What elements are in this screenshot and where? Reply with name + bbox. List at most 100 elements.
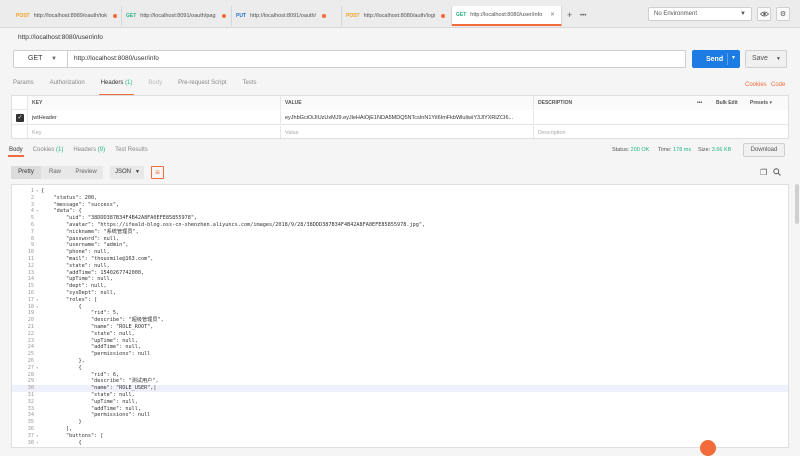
tab-authorization[interactable]: Authorization [50,80,85,92]
bulk-edit-link[interactable]: Bulk Edit [712,96,750,110]
tab-params[interactable]: Params [13,80,34,92]
col-description: DESCRIPTION [533,96,693,110]
environment-value: No Environment [654,11,698,17]
code-text: "describe": "超级管理员", [41,317,164,324]
code-text: "phone": null, [41,249,110,256]
new-description-field[interactable]: Description [533,126,788,140]
line-number: 14 [27,276,34,283]
code-line: 34 "permissions": null [12,412,788,419]
tab-prerequest-script[interactable]: Pre-request Script [178,80,226,92]
code-text: }, [41,358,85,364]
environment-select[interactable]: No Environment ▼ [648,7,752,21]
chevron-down-icon[interactable]: ▼ [776,51,781,67]
close-icon[interactable]: ✕ [550,12,555,18]
header-description-field[interactable] [533,111,788,125]
request-tab-3[interactable]: POST http://localhost:8080/auth/logi [342,6,452,26]
header-value-field[interactable]: eyJhbGciOiJIUzUxMJ9.eyJleHAiOjE1NDA5MDQ5… [280,111,533,125]
tab-headers[interactable]: Headers (1) [98,80,135,96]
response-body-editor[interactable]: 1 ▾{2 "status": 200, 3 "message": "success… [11,184,789,448]
code-text: "name": "ROLE_USER",| [41,385,157,392]
line-number: 2 [30,194,34,201]
header-key-field[interactable]: jwtHeader [27,111,280,125]
resp-tab-body[interactable]: Body [8,147,24,157]
line-number: 26 [27,358,34,364]
headers-table-head: KEY VALUE DESCRIPTION ••• Bulk Edit Pres… [12,96,788,110]
cookies-link[interactable]: Cookies [745,82,767,88]
tab-method: POST [16,13,30,19]
code-text: { [41,303,82,310]
fold-toggle-icon[interactable]: ▾ [36,208,38,215]
code-line: 8 "password": null, [12,236,788,243]
code-text: "addTime": null, [41,344,141,351]
line-number: 8 [30,235,34,242]
request-tab-0[interactable]: POST http://localhost:8989/oauth/tok [12,6,122,26]
chevron-down-icon[interactable]: ▼ [731,55,736,61]
code-line: 20 "describe": "超级管理员", [12,317,788,324]
code-line: 13 "addTime": 1540267742000, [12,270,788,277]
code-text: "permissions": null [41,351,151,358]
header-enabled-checkbox[interactable]: ✓ [16,114,24,122]
bootcamp-badge-icon[interactable] [700,440,716,456]
send-button[interactable]: Send ▼ [692,50,740,68]
method-select[interactable]: GET ▼ [13,50,68,68]
resp-tab-test-results[interactable]: Test Results [115,147,148,153]
code-text: "addTime": null, [41,405,141,412]
scrollbar[interactable] [795,184,799,224]
presets-dropdown[interactable]: Presets ▾ [746,96,788,110]
code-line: 4 ▾ "data": { [12,208,788,215]
request-tab-4[interactable]: GET http://localhost:8080/user/info ✕ [452,6,562,26]
code-text: "roles": [ [41,296,98,303]
eye-icon[interactable] [757,7,771,21]
code-link[interactable]: Code [771,82,785,88]
line-number: 11 [27,256,34,262]
table-row-new: Key Value Description [12,126,788,140]
presets-label: Presets [750,100,769,106]
code-text: "upTime": null, [41,276,113,283]
code-text: "upTime": null, [41,337,138,344]
tab-body[interactable]: Body [148,80,162,92]
preview-view-button[interactable]: Preview [69,166,103,179]
request-tab-2[interactable]: PUT http://localhost:8091/oauth/ [232,6,342,26]
more-tabs-button[interactable]: ••• [580,13,586,19]
tab-tests[interactable]: Tests [242,80,256,92]
size-label: Size: [698,147,711,153]
fold-toggle-icon[interactable]: ▾ [36,304,38,311]
wrap-lines-icon[interactable]: ≡ [151,166,164,179]
code-text: "data": { [41,208,82,215]
code-line: 14 "upTime": null, [12,276,788,283]
new-value-field[interactable]: Value [280,126,533,140]
line-number: 27 [27,364,34,371]
headers-table: KEY VALUE DESCRIPTION ••• Bulk Edit Pres… [11,95,789,140]
send-label: Send [706,55,724,63]
resp-tab-cookies[interactable]: Cookies (1) [33,147,64,153]
gear-icon[interactable]: ⚙ [776,7,790,21]
resp-tab-headers[interactable]: Headers (9) [73,147,105,153]
resp-cookies-count: (1) [56,147,64,153]
search-icon[interactable] [773,168,781,178]
code-text: { [41,364,82,371]
new-key-field[interactable]: Key [27,126,280,140]
line-number: 19 [27,310,34,317]
raw-view-button[interactable]: Raw [41,166,69,179]
fold-toggle-icon[interactable]: ▾ [36,440,38,447]
new-tab-button[interactable]: + [567,10,572,20]
fold-toggle-icon[interactable]: ▾ [36,188,38,195]
fold-toggle-icon[interactable]: ▾ [36,433,38,440]
copy-icon[interactable]: ❐ [760,168,767,177]
code-text: "addTime": 1540267742000, [41,269,145,276]
code-text: "mail": "thousmile@163.com", [41,256,154,262]
code-text: { [41,439,82,446]
line-number: 22 [27,330,34,337]
save-label: Save [752,55,768,62]
chevron-down-icon: ▼ [51,56,57,62]
request-tab-1[interactable]: GET http://localhost:8091/oauth/pag [122,6,232,26]
pretty-view-button[interactable]: Pretty [11,166,41,179]
format-select[interactable]: JSON ▼ [110,166,144,179]
fold-toggle-icon[interactable]: ▾ [36,297,38,304]
fold-toggle-icon[interactable]: ▾ [36,365,38,372]
code-line: 33 "addTime": null, [12,406,788,413]
download-button[interactable]: Download [743,143,785,157]
url-input[interactable]: http://localhost:8080/user/info [68,50,686,68]
save-button[interactable]: Save ▼ [745,50,787,68]
time-value: 178 ms [673,147,692,153]
